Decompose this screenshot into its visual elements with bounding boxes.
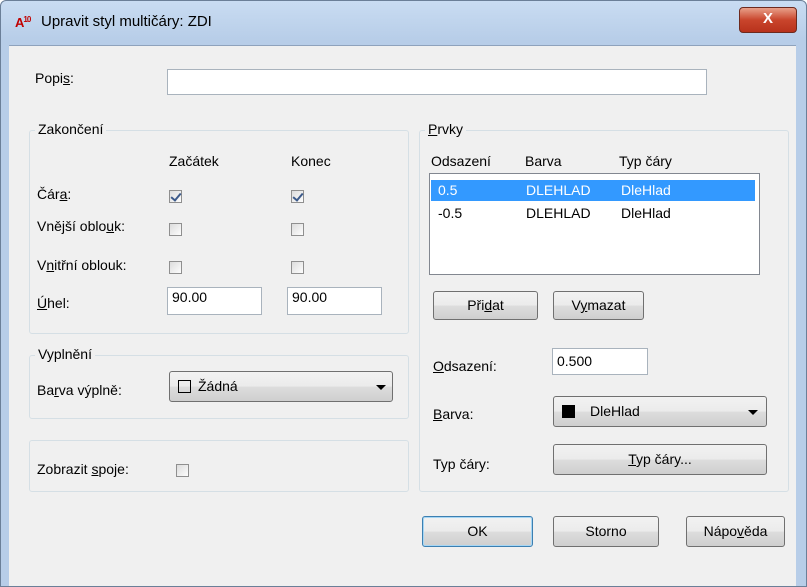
fill-color-swatch: [178, 380, 191, 393]
dialog-client-area: Popis: Zakončení Začátek Konec Čára: Vně…: [9, 45, 796, 586]
element-row[interactable]: -0.5 DLEHLAD DleHlad: [431, 203, 755, 224]
ok-button[interactable]: OK: [422, 516, 533, 547]
line-cap-end-checkbox[interactable]: [291, 190, 304, 203]
fill-group-title: Vyplnění: [35, 346, 95, 362]
element-color: DLEHLAD: [526, 205, 591, 221]
linetype-button[interactable]: Typ čáry...: [553, 444, 767, 475]
inner-arc-end-checkbox[interactable]: [291, 261, 304, 274]
outer-arc-start-checkbox[interactable]: [169, 223, 182, 236]
title-bar[interactable]: A10 Upravit styl multičáry: ZDI X: [1, 1, 806, 45]
chevron-down-icon: [748, 410, 758, 415]
outer-arc-label: Vnější oblouk:: [37, 218, 125, 234]
fill-color-dropdown[interactable]: Žádná: [169, 371, 393, 402]
autocad-app-icon: A10: [15, 15, 31, 30]
elements-header-color: Barva: [525, 153, 562, 169]
close-button[interactable]: X: [739, 7, 797, 33]
show-joints-checkbox[interactable]: [176, 464, 189, 477]
color-label: Barva:: [433, 406, 474, 422]
inner-arc-start-checkbox[interactable]: [169, 261, 182, 274]
elements-header-linetype: Typ čáry: [619, 153, 672, 169]
offset-label: Odsazení:: [433, 358, 497, 374]
elements-list[interactable]: 0.5 DLEHLAD DleHlad -0.5 DLEHLAD DleHlad: [429, 173, 760, 275]
window-title: Upravit styl multičáry: ZDI: [41, 13, 212, 30]
caps-group-title: Zakončení: [35, 121, 107, 137]
elements-header-offset: Odsazení: [431, 153, 491, 169]
add-element-button[interactable]: Přidat: [433, 291, 538, 320]
dialog-window: A10 Upravit styl multičáry: ZDI X Popis:…: [0, 0, 807, 587]
show-joints-label: Zobrazit spoje:: [37, 461, 129, 477]
inner-arc-label: Vnitřní oblouk:: [37, 257, 127, 273]
caps-column-start: Začátek: [169, 153, 219, 169]
element-color: DLEHLAD: [526, 182, 591, 198]
offset-input[interactable]: 0.500: [552, 348, 648, 375]
line-cap-start-checkbox[interactable]: [169, 190, 182, 203]
line-cap-label: Čára:: [37, 186, 72, 202]
element-offset: -0.5: [438, 205, 463, 221]
help-button[interactable]: Nápověda: [686, 516, 785, 547]
fill-color-value: Žádná: [198, 378, 238, 394]
chevron-down-icon: [376, 385, 386, 390]
color-swatch: [562, 405, 575, 418]
cancel-button[interactable]: Storno: [553, 516, 659, 547]
outer-arc-end-checkbox[interactable]: [291, 223, 304, 236]
element-offset: 0.5: [438, 182, 458, 198]
element-linetype: DleHlad: [621, 182, 671, 198]
angle-label: Úhel:: [37, 295, 70, 311]
element-row[interactable]: 0.5 DLEHLAD DleHlad: [431, 180, 755, 201]
remove-element-button[interactable]: Vymazat: [553, 291, 644, 320]
linetype-label: Typ čáry:: [433, 456, 490, 472]
close-icon: X: [762, 10, 773, 27]
element-linetype: DleHlad: [621, 205, 671, 221]
caps-column-end: Konec: [291, 153, 331, 169]
description-label: Popis:: [35, 70, 74, 86]
color-dropdown[interactable]: DleHlad: [553, 396, 767, 427]
angle-start-input[interactable]: 90.00: [167, 287, 262, 315]
angle-end-input[interactable]: 90.00: [287, 287, 382, 315]
description-input[interactable]: [167, 69, 707, 95]
fill-color-label: Barva výplně:: [37, 382, 122, 398]
color-value: DleHlad: [590, 403, 640, 419]
elements-group-title: Prvky: [425, 121, 467, 137]
